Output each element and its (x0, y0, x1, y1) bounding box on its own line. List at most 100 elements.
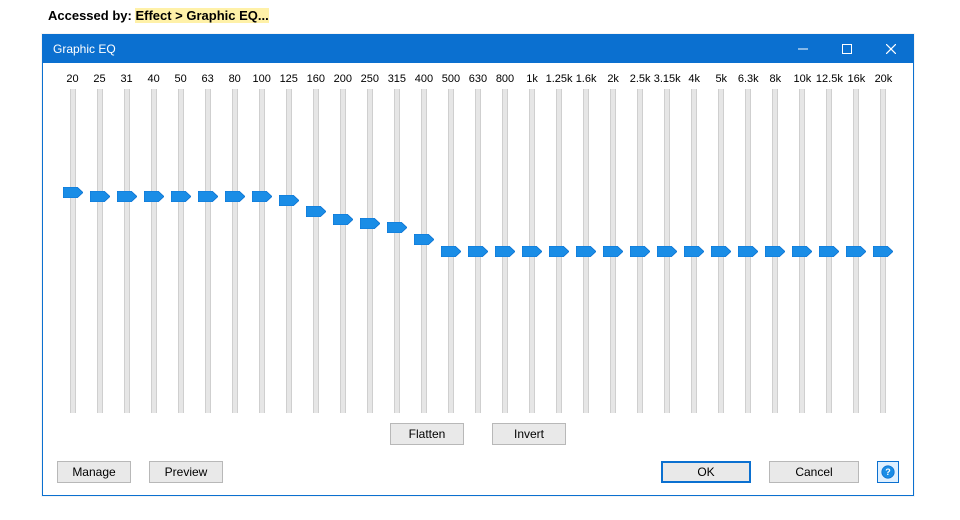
slider-thumb[interactable] (576, 246, 596, 257)
eq-slider[interactable] (492, 89, 519, 413)
slider-thumb[interactable] (684, 246, 704, 257)
slider-thumb[interactable] (252, 191, 272, 202)
eq-slider[interactable] (843, 89, 870, 413)
slider-thumb[interactable] (819, 246, 839, 257)
eq-slider[interactable] (546, 89, 573, 413)
close-button[interactable] (869, 35, 913, 63)
slider-thumb[interactable] (630, 246, 650, 257)
minimize-button[interactable] (781, 35, 825, 63)
slider-thumb[interactable] (495, 246, 515, 257)
eq-slider[interactable] (464, 89, 491, 413)
eq-slider[interactable] (519, 89, 546, 413)
slider-track (232, 89, 238, 413)
slider-thumb[interactable] (792, 246, 812, 257)
eq-slider[interactable] (302, 89, 329, 413)
slider-thumb[interactable] (225, 191, 245, 202)
freq-label: 25 (86, 73, 113, 85)
ok-button[interactable]: OK (661, 461, 751, 483)
freq-label: 125 (275, 73, 302, 85)
slider-thumb[interactable] (306, 206, 326, 217)
eq-slider[interactable] (59, 89, 86, 413)
eq-slider[interactable] (573, 89, 600, 413)
freq-label: 2k (600, 73, 627, 85)
slider-thumb[interactable] (441, 246, 461, 257)
slider-thumb[interactable] (657, 246, 677, 257)
help-button[interactable]: ? (877, 461, 899, 483)
slider-thumb[interactable] (765, 246, 785, 257)
freq-label: 80 (221, 73, 248, 85)
invert-button[interactable]: Invert (492, 423, 566, 445)
freq-label: 250 (356, 73, 383, 85)
eq-slider[interactable] (194, 89, 221, 413)
slider-track (70, 89, 76, 413)
slider-track (151, 89, 157, 413)
eq-slider[interactable] (86, 89, 113, 413)
slider-track (97, 89, 103, 413)
freq-label: 20 (59, 73, 86, 85)
help-icon: ? (881, 465, 895, 479)
eq-slider[interactable] (410, 89, 437, 413)
slider-track (259, 89, 265, 413)
eq-slider[interactable] (870, 89, 897, 413)
freq-label: 6.3k (735, 73, 762, 85)
slider-thumb[interactable] (90, 191, 110, 202)
slider-thumb[interactable] (279, 195, 299, 206)
eq-slider[interactable] (140, 89, 167, 413)
eq-slider[interactable] (167, 89, 194, 413)
slider-thumb[interactable] (198, 191, 218, 202)
eq-slider[interactable] (654, 89, 681, 413)
maximize-button[interactable] (825, 35, 869, 63)
freq-label: 4k (681, 73, 708, 85)
eq-slider[interactable] (789, 89, 816, 413)
slider-thumb[interactable] (117, 191, 137, 202)
cancel-button[interactable]: Cancel (769, 461, 859, 483)
eq-slider[interactable] (816, 89, 843, 413)
slider-thumb[interactable] (522, 246, 542, 257)
slider-thumb[interactable] (387, 222, 407, 233)
accessed-by-line: Accessed by: Effect > Graphic EQ... (48, 8, 269, 23)
eq-slider[interactable] (681, 89, 708, 413)
slider-thumb[interactable] (144, 191, 164, 202)
freq-label: 31 (113, 73, 140, 85)
slider-thumb[interactable] (414, 234, 434, 245)
slider-track (313, 89, 319, 413)
preview-button[interactable]: Preview (149, 461, 223, 483)
graphic-eq-window: Graphic EQ 20253140506380100125160200250… (42, 34, 914, 496)
freq-label: 200 (329, 73, 356, 85)
manage-button[interactable]: Manage (57, 461, 131, 483)
freq-label: 10k (789, 73, 816, 85)
freq-label: 1k (519, 73, 546, 85)
slider-thumb[interactable] (171, 191, 191, 202)
titlebar[interactable]: Graphic EQ (43, 35, 913, 63)
slider-thumb[interactable] (63, 187, 83, 198)
eq-slider[interactable] (113, 89, 140, 413)
accessed-by-path: Effect > Graphic EQ... (135, 8, 268, 23)
eq-slider[interactable] (735, 89, 762, 413)
slider-thumb[interactable] (549, 246, 569, 257)
slider-thumb[interactable] (468, 246, 488, 257)
slider-thumb[interactable] (846, 246, 866, 257)
eq-slider[interactable] (329, 89, 356, 413)
eq-slider[interactable] (383, 89, 410, 413)
eq-slider[interactable] (600, 89, 627, 413)
freq-label: 3.15k (654, 73, 681, 85)
eq-slider[interactable] (627, 89, 654, 413)
eq-slider[interactable] (275, 89, 302, 413)
freq-label: 5k (708, 73, 735, 85)
eq-slider[interactable] (221, 89, 248, 413)
slider-thumb[interactable] (873, 246, 893, 257)
flatten-button[interactable]: Flatten (390, 423, 464, 445)
eq-slider[interactable] (248, 89, 275, 413)
eq-slider[interactable] (437, 89, 464, 413)
eq-slider[interactable] (356, 89, 383, 413)
eq-slider[interactable] (762, 89, 789, 413)
slider-track (205, 89, 211, 413)
freq-label: 8k (762, 73, 789, 85)
slider-thumb[interactable] (603, 246, 623, 257)
eq-slider[interactable] (708, 89, 735, 413)
slider-thumb[interactable] (360, 218, 380, 229)
slider-thumb[interactable] (711, 246, 731, 257)
slider-thumb[interactable] (333, 214, 353, 225)
mid-buttons-row: Flatten Invert (57, 423, 899, 445)
slider-thumb[interactable] (738, 246, 758, 257)
